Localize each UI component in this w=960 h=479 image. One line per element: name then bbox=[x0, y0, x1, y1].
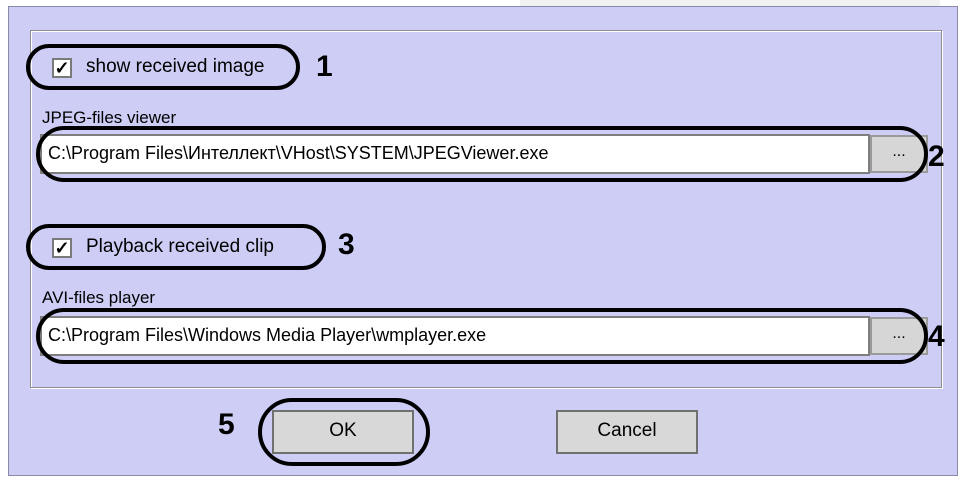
jpeg-viewer-label: JPEG-files viewer bbox=[42, 108, 177, 127]
highlight-ring-5 bbox=[258, 398, 430, 466]
annotation-number-1: 1 bbox=[316, 50, 333, 83]
highlight-ring-1 bbox=[26, 44, 300, 90]
annotation-number-2: 2 bbox=[928, 140, 945, 173]
highlight-ring-2 bbox=[36, 126, 928, 182]
annotation-number-3: 3 bbox=[338, 228, 355, 261]
avi-player-label: AVI-files player bbox=[42, 288, 156, 307]
annotation-number-4: 4 bbox=[928, 320, 945, 353]
highlight-ring-3 bbox=[26, 224, 326, 270]
annotation-number-5: 5 bbox=[218, 408, 235, 441]
highlight-ring-4 bbox=[36, 308, 928, 364]
cancel-button[interactable]: Cancel bbox=[556, 410, 698, 454]
